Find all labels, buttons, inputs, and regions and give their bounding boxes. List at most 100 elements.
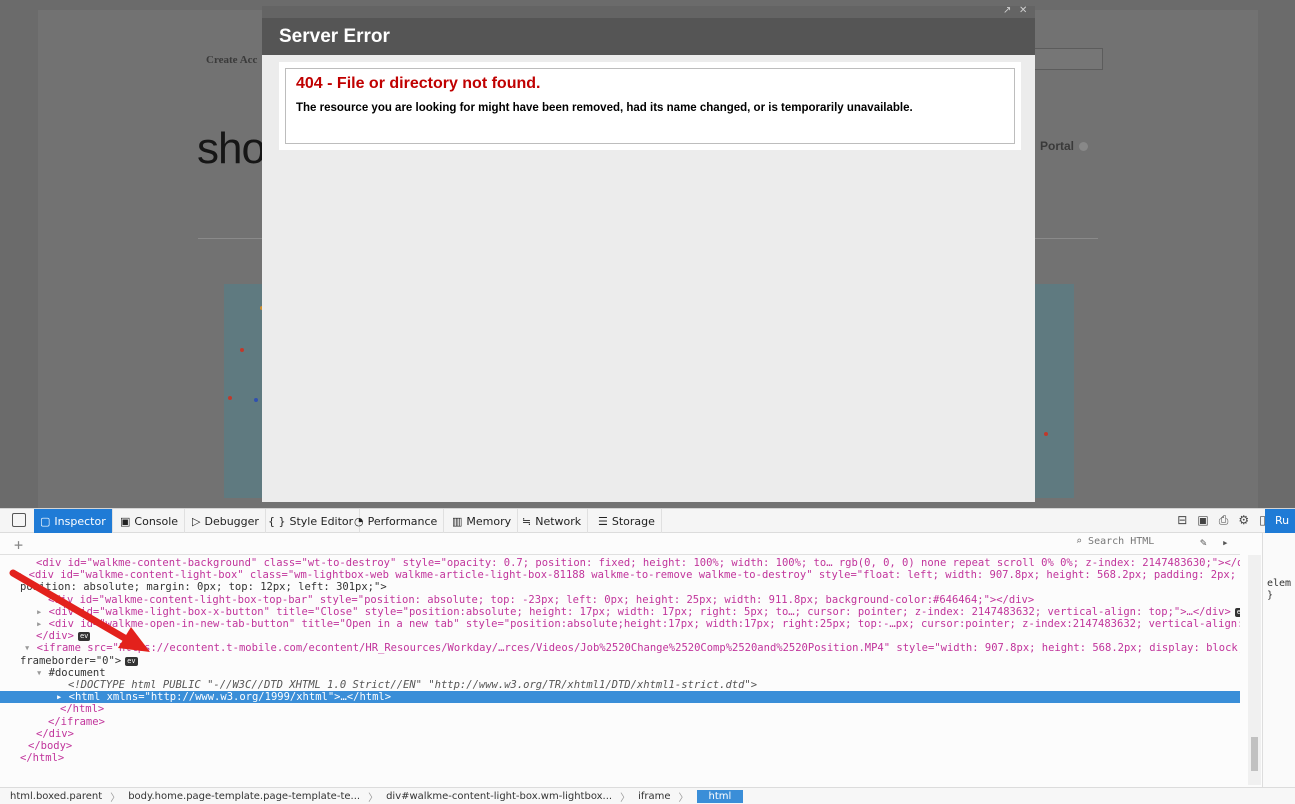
speck [254,398,258,402]
tab-icon: ☰ [598,514,608,528]
open-in-new-tab-icon[interactable]: ↗ [1003,5,1011,16]
lightbox-top-bar: ↗ ✕ [262,5,1035,18]
markup-text: </iframe> [48,715,105,728]
tab-label: Style Editor [289,514,354,528]
markup-line[interactable]: </div> [0,728,74,740]
markup-scrollbar[interactable] [1248,555,1261,785]
markup-text: <div id="walkme-content-light-box" class… [28,569,1240,582]
tab-icon: ◔ [354,514,364,528]
responsive-mode-icon[interactable]: ⊟ [1177,513,1187,528]
portal-label: Portal [1040,139,1075,153]
chevron-right-icon: 〉 [620,792,631,804]
chevron-right-icon: 〉 [678,792,689,804]
tab-memory[interactable]: ▥ Memory [446,509,519,533]
tab-console[interactable]: ▣ Console [114,509,186,533]
error-panel: 404 - File or directory not found. The r… [285,68,1015,144]
tab-icon: ▣ [120,514,131,528]
markup-line[interactable]: </div> ev [0,630,91,643]
tab-label: Inspector [54,514,106,528]
search-html-input[interactable]: ⌕ Search HTML [1070,536,1190,551]
settings-icon[interactable]: ⚙ [1238,513,1249,528]
markup-text: frameborder="0"> [20,654,122,667]
tab-icon: ▷ [192,514,201,528]
element-picker-icon[interactable] [12,513,26,527]
event-badge[interactable]: ev [1234,607,1240,617]
speck [228,396,232,400]
markup-line[interactable]: <!DOCTYPE html PUBLIC "-//W3C//DTD XHTML… [0,679,757,691]
tab-inspector[interactable]: ▢ Inspector [34,509,113,533]
breadcrumb-item[interactable]: body.home.page-template.page-template-te… [128,791,360,802]
tab-style-editor[interactable]: { } Style Editor [262,509,361,533]
markup-text: <div id="walkme-content-light-box-top-ba… [48,593,1035,606]
tab-rules[interactable]: Ru [1265,509,1295,533]
markup-line[interactable]: ▾ <div id="walkme-content-light-box" cla… [0,569,1240,581]
markup-line[interactable]: ▸ <div id="walkme-open-in-new-tab-button… [0,618,1240,630]
event-badge[interactable]: ev [125,656,138,666]
collapse-icon[interactable]: ▾ [16,569,29,581]
site-search-input[interactable] [1030,48,1103,70]
portal-link[interactable]: Portal [1040,139,1089,153]
server-error-header: Server Error [262,18,1035,55]
breadcrumb-item[interactable]: iframe [638,791,670,802]
tab-performance[interactable]: ◔ Performance [348,509,445,533]
split-console-icon[interactable]: ▣ [1197,513,1208,528]
breadcrumb-item[interactable]: html [696,789,744,803]
add-node-icon[interactable]: + [14,536,23,554]
create-account-link[interactable]: Create Acc [206,54,257,66]
expand-icon[interactable]: ▸ [56,691,69,703]
tab-label: Storage [611,514,655,528]
portal-icon [1079,142,1089,151]
eyedropper-icon[interactable]: ✎ [1200,536,1207,549]
markup-text: </div> [36,727,74,740]
markup-text: </body> [28,740,73,752]
collapse-icon[interactable]: ▾ [24,642,37,654]
markup-view: + ⌕ Search HTML ✎ ▸ <div id="walkme-cont… [0,533,1240,787]
rule-close: } [1267,590,1274,601]
devtools-panel: ▢ Inspector ▣ Console ▷ Debugger{ } Style Edit… [0,508,1295,804]
markup-line[interactable]: frameborder="0"> ev [0,655,138,667]
screenshot-icon[interactable]: ⎙ [1219,513,1229,528]
markup-line[interactable]: <div id="walkme-content-light-box-top-ba… [0,594,1034,606]
rules-sidebar: elem } [1262,533,1295,787]
markup-header: + ⌕ Search HTML ✎ ▸ [0,533,1240,555]
markup-line[interactable]: </iframe> [0,716,105,728]
tab-icon: ▢ [40,514,51,528]
devtools-toolbar: ▢ Inspector ▣ Console ▷ Debugger{ } Style Edit… [0,509,1295,533]
chevron-right-icon: 〉 [368,792,379,804]
tab-storage[interactable]: ☰ Storage [592,509,662,533]
markup-text: </html> [20,752,65,765]
markup-line[interactable]: </body> [0,740,72,752]
error-message: The resource you are looking for might h… [296,102,913,114]
collapse-icon[interactable]: ▾ [36,667,49,679]
markup-text: </html> [60,703,105,716]
markup-text: <div id="walkme-light-box-x-button" titl… [48,605,1231,618]
markup-line[interactable]: <div id="walkme-content-background" clas… [0,557,1240,569]
markup-line[interactable]: </html> [0,752,64,764]
tab-label: Performance [367,514,438,528]
breadcrumb-item[interactable]: html.boxed.parent [10,791,102,802]
tab-debugger[interactable]: ▷ Debugger [186,509,266,533]
breadcrumb: html.boxed.parent 〉 body.home.page-templat… [0,787,1295,804]
markup-line[interactable]: </html> [0,703,104,715]
toggle-sidebar-icon[interactable]: ▸ [1222,536,1229,549]
markup-line[interactable]: position: absolute; margin: 0px; top: 12… [0,581,387,593]
markup-text: <div id="walkme-open-in-new-tab-button" … [48,618,1240,630]
markup-line[interactable]: ▸ <div id="walkme-light-box-x-button" ti… [0,606,1240,618]
event-badge[interactable]: ev [77,632,91,642]
breadcrumb-item[interactable]: div#walkme-content-light-box.wm-lightbox… [386,791,612,802]
scrollbar-thumb[interactable] [1251,737,1258,771]
selected-markup-node[interactable]: ▸ <html xmlns="http://www.w3.org/1999/xh… [0,691,1240,704]
chevron-right-icon: 〉 [110,792,121,804]
tab-network[interactable]: ≒ Network [516,509,589,533]
tab-icon: { } [268,514,286,528]
tab-label: Console [134,514,179,528]
tab-label: Debugger [204,514,259,528]
speck [240,348,244,352]
expand-icon[interactable]: ▸ [36,618,49,630]
expand-icon[interactable]: ▸ [36,606,49,618]
markup-line[interactable]: ▾ #document [0,667,106,679]
markup-line[interactable]: ▾ <iframe src="https://econtent.t-mobile… [0,642,1240,654]
tab-label: Memory [466,514,512,528]
markup-text: </div> [36,630,74,643]
close-icon[interactable]: ✕ [1019,5,1027,16]
